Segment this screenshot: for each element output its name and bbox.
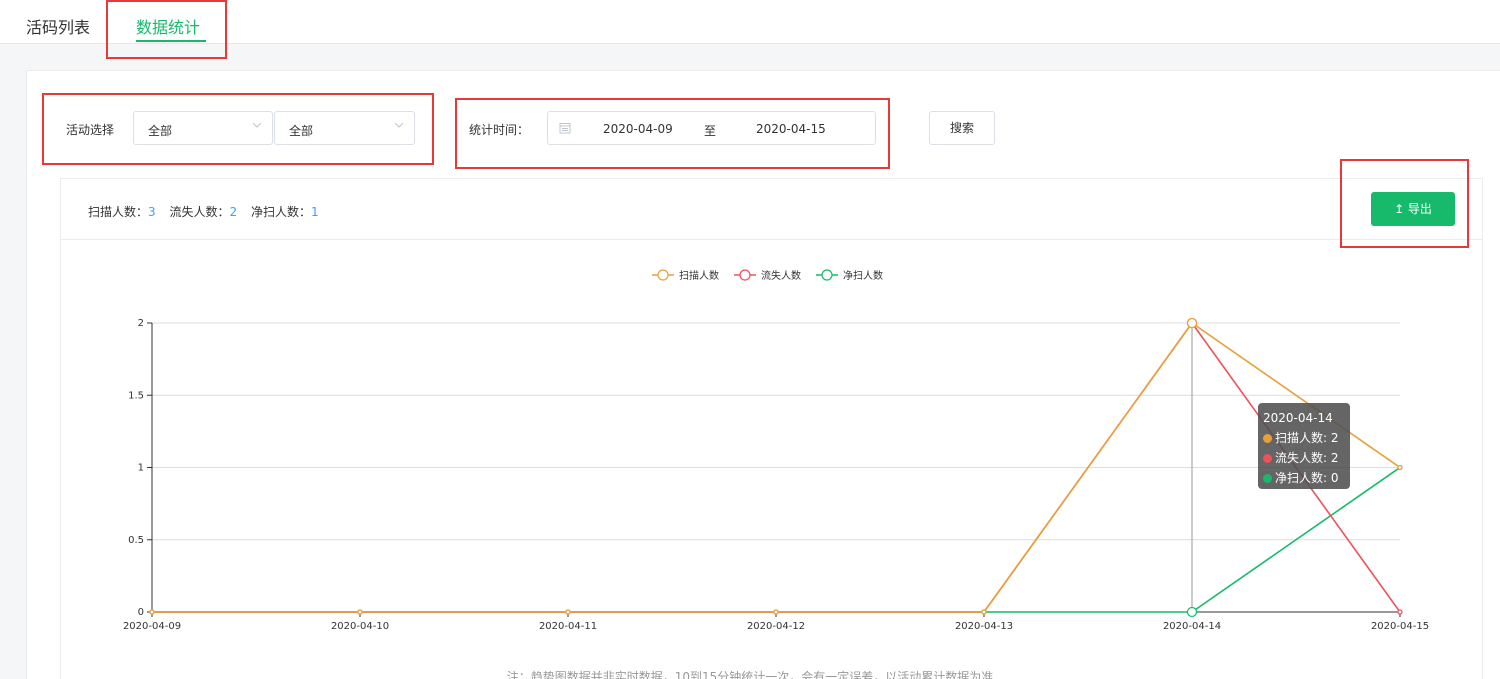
tooltip-dot-net — [1263, 474, 1272, 483]
x-tick-label: 2020-04-14 — [1163, 621, 1221, 632]
x-tick-label: 2020-04-09 — [123, 621, 181, 632]
legend-marker — [657, 269, 669, 281]
y-tick-label: 0.5 — [128, 535, 144, 546]
y-tick-label: 1 — [138, 463, 144, 474]
y-tick-label: 1.5 — [128, 390, 144, 401]
data-point — [1186, 317, 1198, 329]
tooltip-row-net: 净扫人数: 0 — [1275, 471, 1339, 485]
x-tick-label: 2020-04-15 — [1371, 621, 1429, 632]
data-point — [357, 609, 363, 615]
tooltip-row-scan: 扫描人数: 2 — [1275, 431, 1339, 445]
tooltip-dot-scan — [1263, 434, 1272, 443]
data-point — [1397, 609, 1403, 615]
legend-label: 扫描人数 — [679, 269, 719, 282]
x-tick-label: 2020-04-12 — [747, 621, 805, 632]
legend-label: 净扫人数 — [843, 269, 883, 282]
legend-label: 流失人数 — [761, 269, 801, 282]
data-point — [1397, 464, 1403, 471]
trend-line-chart: 0 0.5 1 1.5 2 2020-04-09 2020-04-10 2020-04-11 2… — [123, 269, 1429, 632]
legend-marker — [739, 269, 751, 281]
legend-marker — [821, 269, 833, 281]
data-point — [773, 609, 779, 615]
tooltip-dot-lost — [1263, 454, 1272, 463]
x-tick-label: 2020-04-11 — [539, 621, 597, 632]
data-point — [981, 609, 987, 615]
data-point — [1186, 606, 1198, 618]
x-tick-label: 2020-04-10 — [331, 621, 389, 632]
tooltip-row-lost: 流失人数: 2 — [1275, 451, 1339, 465]
data-point — [149, 609, 155, 615]
tooltip-date: 2020-04-14 — [1263, 411, 1333, 425]
x-tick-label: 2020-04-13 — [955, 621, 1013, 632]
y-tick-label: 2 — [138, 318, 144, 329]
chart-tooltip: 2020-04-14 扫描人数: 2 流失人数: 2 净扫人数: 0 — [1258, 403, 1350, 489]
y-tick-label: 0 — [138, 607, 144, 618]
chart-note: 注：趋势图数据并非实时数据，10到15分钟统计一次，会有一定误差，以活动累计数据… — [506, 670, 994, 679]
data-point — [565, 609, 571, 615]
